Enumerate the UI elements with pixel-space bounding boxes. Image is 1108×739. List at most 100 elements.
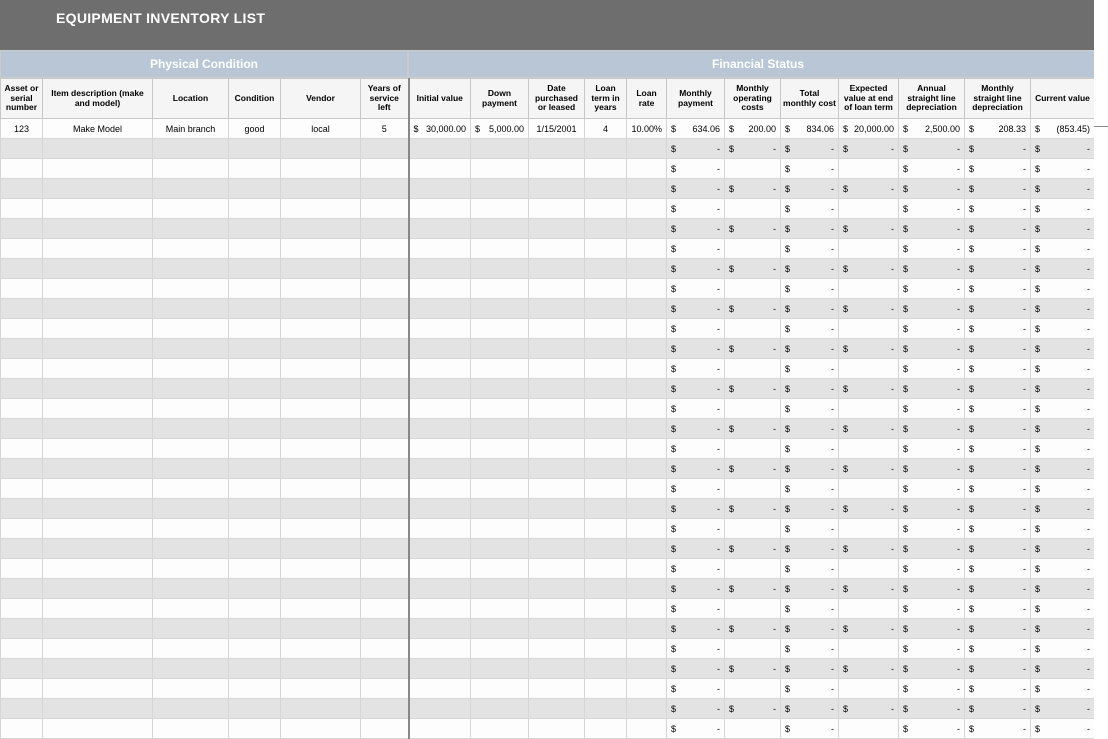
cell[interactable]: $- xyxy=(781,619,839,639)
cell[interactable]: $- xyxy=(965,259,1031,279)
cell[interactable] xyxy=(281,579,361,599)
cell[interactable]: $- xyxy=(725,219,781,239)
cell[interactable]: $- xyxy=(965,419,1031,439)
cell[interactable]: $- xyxy=(781,419,839,439)
cell[interactable] xyxy=(153,399,229,419)
cell[interactable] xyxy=(529,659,585,679)
cell[interactable] xyxy=(361,599,409,619)
cell[interactable] xyxy=(1,259,43,279)
cell[interactable]: $(853.45) xyxy=(1031,119,1095,139)
cell[interactable] xyxy=(1,539,43,559)
cell[interactable] xyxy=(153,299,229,319)
cell[interactable] xyxy=(1,159,43,179)
cell[interactable] xyxy=(529,199,585,219)
cell[interactable] xyxy=(43,719,153,739)
cell[interactable] xyxy=(1,299,43,319)
cell[interactable] xyxy=(43,579,153,599)
cell[interactable] xyxy=(153,219,229,239)
cell[interactable] xyxy=(839,439,899,459)
cell[interactable] xyxy=(627,319,667,339)
cell[interactable] xyxy=(361,659,409,679)
cell[interactable] xyxy=(229,679,281,699)
cell[interactable] xyxy=(153,139,229,159)
cell[interactable]: $- xyxy=(1031,159,1095,179)
cell[interactable] xyxy=(153,699,229,719)
cell[interactable]: $- xyxy=(1031,599,1095,619)
cell[interactable] xyxy=(471,699,529,719)
cell[interactable] xyxy=(529,279,585,299)
cell[interactable] xyxy=(409,239,471,259)
cell[interactable] xyxy=(281,319,361,339)
cell[interactable] xyxy=(43,339,153,359)
cell[interactable] xyxy=(627,359,667,379)
cell[interactable]: $- xyxy=(1031,319,1095,339)
cell[interactable] xyxy=(725,599,781,619)
cell[interactable] xyxy=(529,159,585,179)
cell[interactable] xyxy=(471,539,529,559)
cell[interactable] xyxy=(627,399,667,419)
cell[interactable] xyxy=(153,679,229,699)
cell[interactable]: $- xyxy=(781,459,839,479)
cell[interactable] xyxy=(529,239,585,259)
cell[interactable] xyxy=(409,519,471,539)
cell[interactable] xyxy=(281,219,361,239)
cell[interactable] xyxy=(409,719,471,739)
cell[interactable] xyxy=(361,459,409,479)
cell[interactable] xyxy=(585,419,627,439)
cell[interactable] xyxy=(839,279,899,299)
cell[interactable]: $- xyxy=(725,539,781,559)
cell[interactable] xyxy=(153,719,229,739)
cell[interactable] xyxy=(361,499,409,519)
cell[interactable]: $- xyxy=(667,299,725,319)
cell[interactable]: $- xyxy=(667,359,725,379)
cell[interactable] xyxy=(281,359,361,379)
cell[interactable] xyxy=(153,199,229,219)
cell[interactable] xyxy=(409,559,471,579)
cell[interactable]: $- xyxy=(965,199,1031,219)
cell[interactable] xyxy=(471,259,529,279)
cell[interactable] xyxy=(471,179,529,199)
cell[interactable]: $- xyxy=(899,399,965,419)
cell[interactable] xyxy=(409,359,471,379)
cell[interactable]: $- xyxy=(1031,499,1095,519)
cell[interactable]: $- xyxy=(899,419,965,439)
cell[interactable]: $- xyxy=(781,439,839,459)
cell[interactable] xyxy=(229,299,281,319)
cell[interactable]: $- xyxy=(781,319,839,339)
cell[interactable] xyxy=(153,379,229,399)
cell[interactable]: $- xyxy=(1031,419,1095,439)
cell[interactable] xyxy=(43,539,153,559)
cell[interactable] xyxy=(585,219,627,239)
cell[interactable]: $- xyxy=(781,219,839,239)
cell[interactable]: $- xyxy=(899,699,965,719)
cell[interactable] xyxy=(409,439,471,459)
cell[interactable] xyxy=(1,559,43,579)
cell[interactable]: $- xyxy=(725,579,781,599)
cell[interactable] xyxy=(529,139,585,159)
cell[interactable] xyxy=(361,639,409,659)
cell[interactable] xyxy=(529,479,585,499)
cell[interactable] xyxy=(43,199,153,219)
cell[interactable] xyxy=(529,579,585,599)
cell[interactable] xyxy=(529,319,585,339)
cell[interactable] xyxy=(153,659,229,679)
cell[interactable] xyxy=(627,259,667,279)
cell[interactable]: $- xyxy=(965,179,1031,199)
cell[interactable] xyxy=(229,419,281,439)
cell[interactable]: $- xyxy=(1031,279,1095,299)
cell[interactable] xyxy=(471,359,529,379)
cell[interactable]: $- xyxy=(965,239,1031,259)
cell[interactable]: $- xyxy=(899,199,965,219)
cell[interactable] xyxy=(1,139,43,159)
cell[interactable]: $- xyxy=(781,339,839,359)
cell[interactable] xyxy=(153,259,229,279)
cell[interactable]: $- xyxy=(1031,479,1095,499)
cell[interactable] xyxy=(839,399,899,419)
cell[interactable] xyxy=(229,359,281,379)
cell[interactable] xyxy=(229,179,281,199)
cell[interactable] xyxy=(409,639,471,659)
cell[interactable] xyxy=(1,379,43,399)
cell[interactable] xyxy=(585,179,627,199)
cell[interactable]: $- xyxy=(667,559,725,579)
cell[interactable] xyxy=(409,399,471,419)
